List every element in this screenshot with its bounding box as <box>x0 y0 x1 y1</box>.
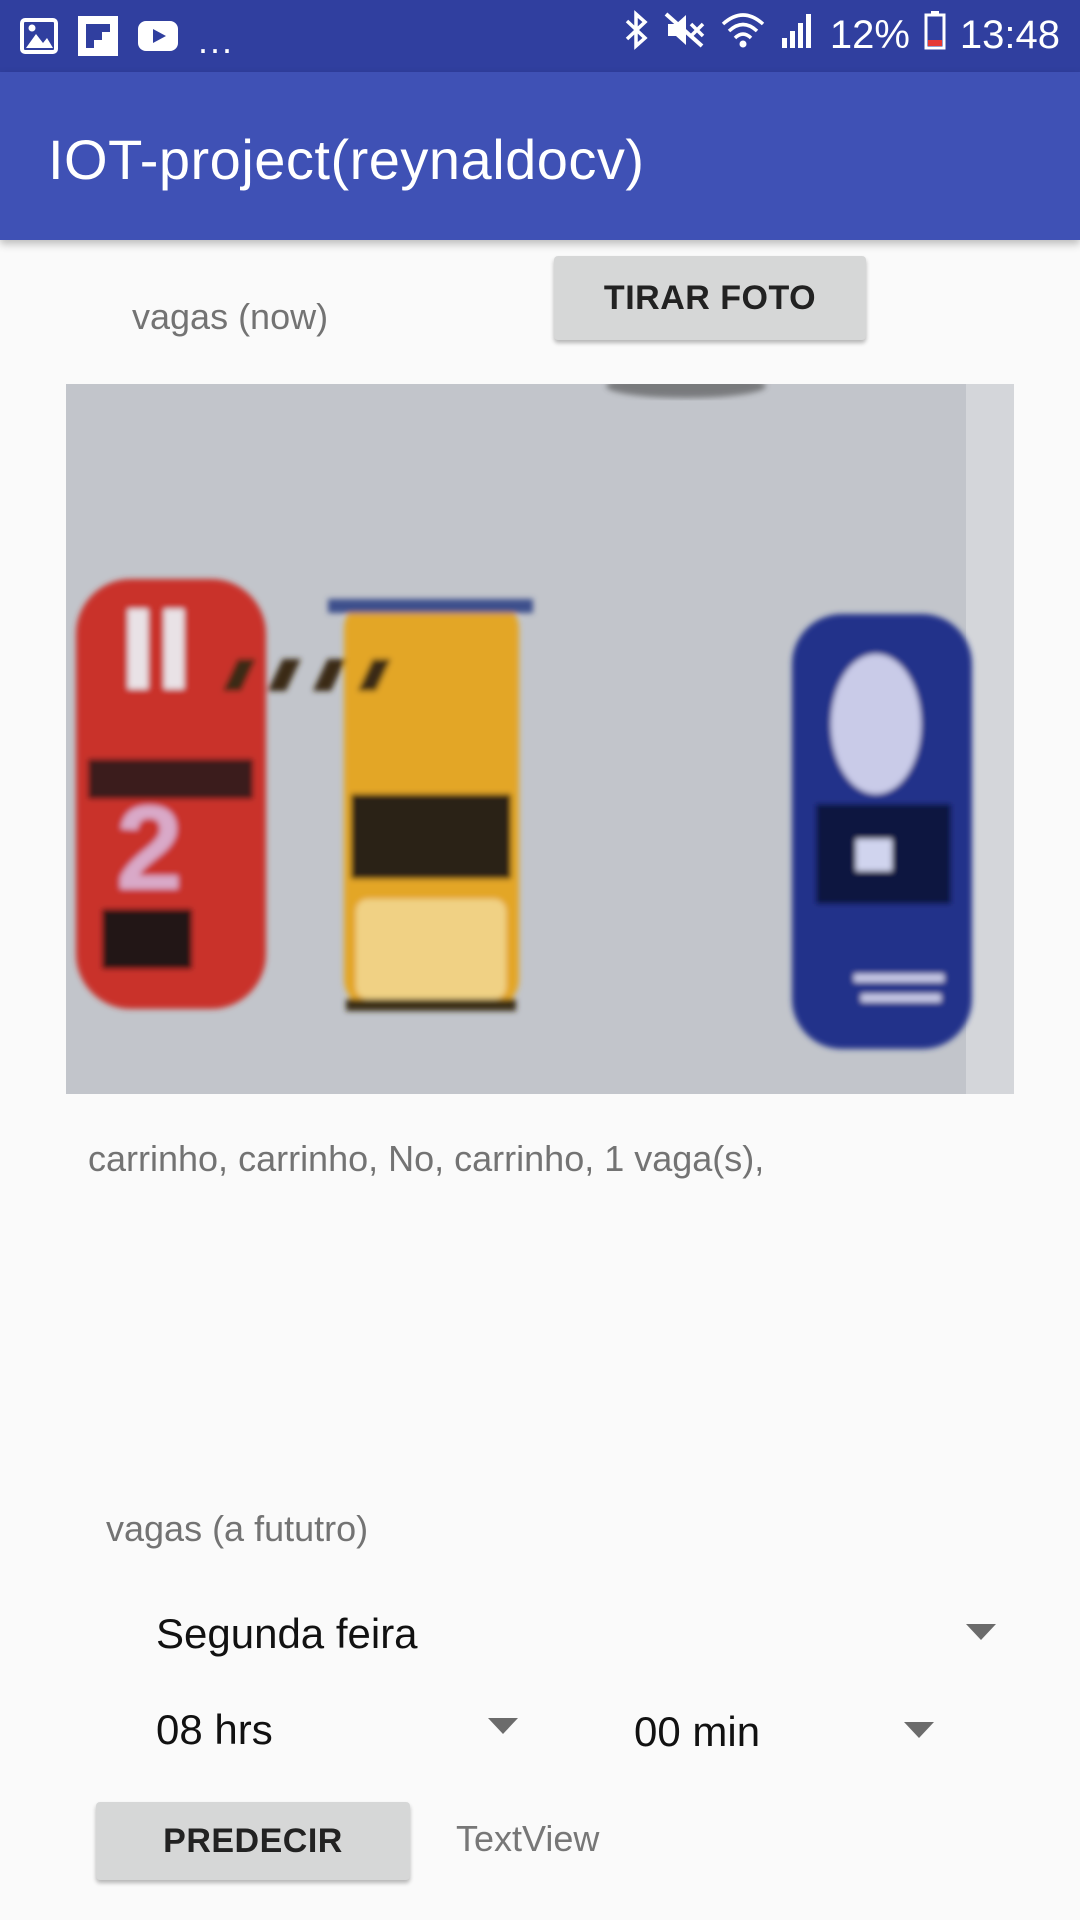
system-icons: 12% 13:48 <box>624 10 1060 60</box>
minute-spinner-value: 00 min <box>634 1708 761 1755</box>
clock: 13:48 <box>959 12 1060 57</box>
signal-icon <box>780 10 816 60</box>
notification-icons: ... <box>20 14 234 62</box>
more-notifications: ... <box>198 20 235 61</box>
parking-photo: 2 <box>66 384 1014 1094</box>
day-spinner-value: Segunda feira <box>156 1610 418 1657</box>
youtube-icon <box>138 20 178 56</box>
day-spinner[interactable]: Segunda feira <box>156 1604 1006 1664</box>
hour-spinner-value: 08 hrs <box>156 1706 273 1753</box>
hour-spinner[interactable]: 08 hrs <box>156 1700 536 1760</box>
prediction-textview: TextView <box>456 1818 600 1859</box>
minute-dropdown-icon[interactable] <box>904 1722 934 1738</box>
take-photo-button[interactable]: TIRAR FOTO <box>554 256 866 340</box>
gallery-icon <box>20 17 58 59</box>
vagas-future-label: vagas (a fututro) <box>106 1508 369 1549</box>
battery-icon <box>924 10 946 60</box>
wifi-icon <box>720 10 766 60</box>
hour-dropdown-icon[interactable] <box>488 1718 518 1734</box>
parking-photo-image: 2 <box>66 384 1014 1094</box>
day-dropdown-icon[interactable] <box>966 1624 996 1640</box>
battery-percent: 12% <box>829 12 910 57</box>
svg-text:2: 2 <box>116 781 183 915</box>
vagas-now-label: vagas (now) <box>132 296 329 337</box>
app-bar: IOT-project(reynaldocv) <box>0 72 1080 240</box>
mute-icon <box>664 10 706 60</box>
flipboard-icon <box>78 15 118 61</box>
status-bar: ... 12% 13:48 <box>0 0 1080 72</box>
app-title: IOT-project(reynaldocv) <box>48 128 645 191</box>
detection-result: carrinho, carrinho, No, carrinho, 1 vaga… <box>88 1138 765 1179</box>
bluetooth-icon <box>624 10 650 60</box>
predict-button[interactable]: PREDECIR <box>96 1802 410 1880</box>
